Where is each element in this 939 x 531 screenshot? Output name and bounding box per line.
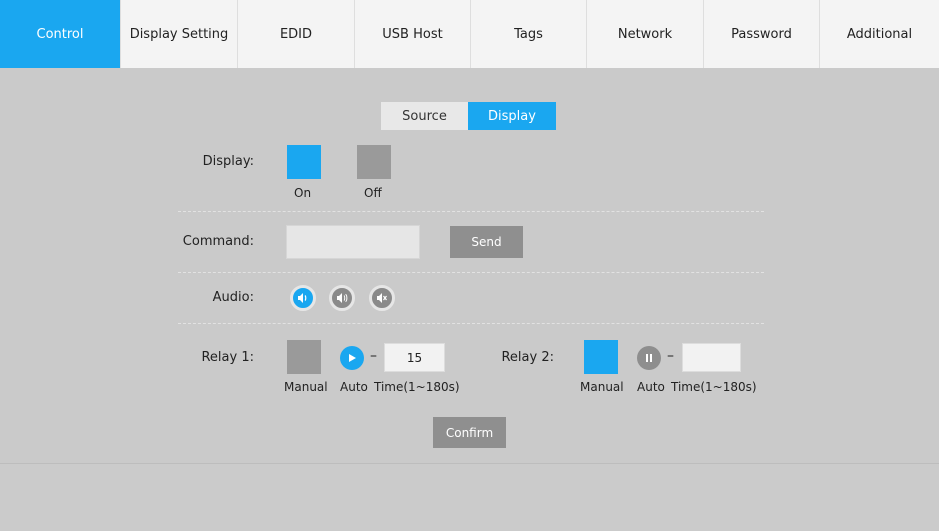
relay2-time-input[interactable]	[682, 343, 741, 372]
divider	[178, 272, 764, 273]
relay1-manual-button[interactable]	[287, 340, 321, 374]
pause-icon[interactable]	[637, 346, 661, 370]
relay1-auto-label: Auto	[340, 380, 368, 394]
relay1-label: Relay 1:	[201, 350, 254, 365]
relay1-manual-label: Manual	[284, 380, 328, 394]
confirm-button[interactable]: Confirm	[433, 417, 506, 448]
relay1-time-label: Time(1~180s)	[374, 380, 460, 394]
tab-password[interactable]: Password	[704, 0, 820, 68]
display-on-label: On	[294, 186, 312, 200]
source-toggle-button[interactable]: Source	[381, 102, 468, 130]
display-off-label: Off	[364, 186, 382, 200]
relay1-time-input[interactable]: 15	[384, 343, 445, 372]
tab-edid[interactable]: EDID	[238, 0, 355, 68]
relay2-manual-label: Manual	[580, 380, 624, 394]
display-toggle-button[interactable]: Display	[468, 102, 556, 130]
audio-label: Audio:	[212, 290, 254, 305]
divider	[178, 211, 764, 212]
relay2-time-label: Time(1~180s)	[671, 380, 757, 394]
footer-area	[0, 463, 939, 531]
tab-bar: Control Display Setting EDID USB Host Ta…	[0, 0, 939, 69]
divider	[178, 323, 764, 324]
tab-network[interactable]: Network	[587, 0, 704, 68]
relay2-label: Relay 2:	[501, 350, 554, 365]
mute-icon[interactable]	[369, 285, 395, 311]
tab-tags[interactable]: Tags	[471, 0, 587, 68]
dash-separator: –	[370, 348, 377, 364]
send-button[interactable]: Send	[450, 226, 523, 258]
volume-on-icon[interactable]	[290, 285, 316, 311]
tab-display-setting[interactable]: Display Setting	[121, 0, 238, 68]
tab-usb-host[interactable]: USB Host	[355, 0, 471, 68]
tab-control[interactable]: Control	[0, 0, 121, 68]
display-label: Display:	[202, 154, 254, 169]
display-off-button[interactable]	[357, 145, 391, 179]
command-label: Command:	[182, 234, 254, 249]
play-icon[interactable]	[340, 346, 364, 370]
volume-icon[interactable]	[329, 285, 355, 311]
dash-separator: –	[667, 348, 674, 364]
command-input[interactable]	[286, 225, 420, 259]
tab-additional[interactable]: Additional	[820, 0, 939, 68]
relay2-auto-label: Auto	[637, 380, 665, 394]
display-on-button[interactable]	[287, 145, 321, 179]
relay2-manual-button[interactable]	[584, 340, 618, 374]
